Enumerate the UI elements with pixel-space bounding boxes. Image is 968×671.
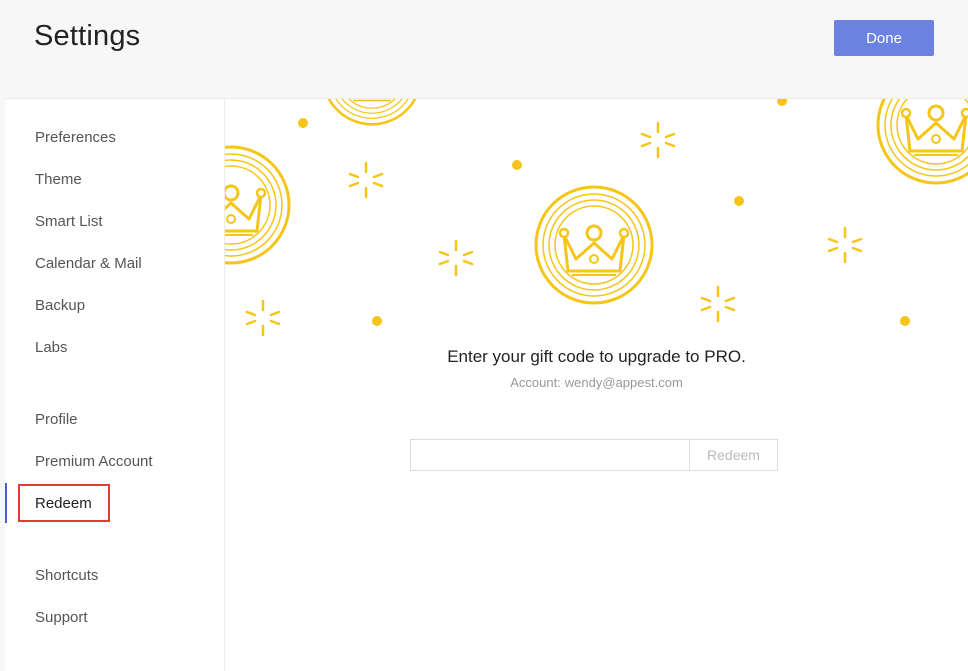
redeem-headline: Enter your gift code to upgrade to PRO. <box>447 347 746 366</box>
sparkle-icon <box>438 239 474 277</box>
redeem-form: Redeem <box>410 439 778 471</box>
gift-code-input[interactable] <box>411 440 689 470</box>
redeem-content: Enter your gift code to upgrade to PRO. … <box>225 99 968 671</box>
sparkle-icon <box>827 226 863 264</box>
crown-coin-icon <box>876 99 968 185</box>
sidebar-item-redeem[interactable]: Redeem <box>5 485 224 521</box>
sidebar-item-backup[interactable]: Backup <box>5 287 224 323</box>
sidebar-item-shortcuts[interactable]: Shortcuts <box>5 557 224 593</box>
sidebar-item-labs[interactable]: Labs <box>5 329 224 365</box>
account-label: Account: <box>510 375 561 390</box>
dot-icon <box>298 118 308 128</box>
sidebar-item-profile[interactable]: Profile <box>5 401 224 437</box>
dot-icon <box>372 316 382 326</box>
sidebar-item-premium-account[interactable]: Premium Account <box>5 443 224 479</box>
sparkle-icon <box>245 299 281 337</box>
done-button[interactable]: Done <box>834 20 934 56</box>
sidebar-item-support[interactable]: Support <box>5 599 224 635</box>
dot-icon <box>512 160 522 170</box>
page-title: Settings <box>34 20 141 52</box>
sidebar-item-calendar-mail[interactable]: Calendar & Mail <box>5 245 224 281</box>
settings-sidebar: Preferences Theme Smart List Calendar & … <box>5 99 225 671</box>
redeem-button[interactable]: Redeem <box>689 440 777 470</box>
sidebar-item-smart-list[interactable]: Smart List <box>5 203 224 239</box>
crown-coin-icon <box>225 145 291 265</box>
account-email: wendy@appest.com <box>564 375 683 390</box>
sparkle-icon <box>700 285 736 323</box>
dot-icon <box>734 196 744 206</box>
sparkle-icon <box>640 121 676 159</box>
sidebar-item-theme[interactable]: Theme <box>5 161 224 197</box>
dot-icon <box>777 99 787 106</box>
settings-header: Settings Done <box>0 0 968 98</box>
account-line: Account: wendy@appest.com <box>225 375 968 390</box>
settings-panel: Preferences Theme Smart List Calendar & … <box>5 98 968 671</box>
crown-coin-icon <box>321 99 423 126</box>
pro-illustration <box>225 99 968 337</box>
sparkle-icon <box>348 161 384 199</box>
sidebar-item-preferences[interactable]: Preferences <box>5 119 224 155</box>
crown-coin-icon <box>534 185 654 305</box>
dot-icon <box>900 316 910 326</box>
